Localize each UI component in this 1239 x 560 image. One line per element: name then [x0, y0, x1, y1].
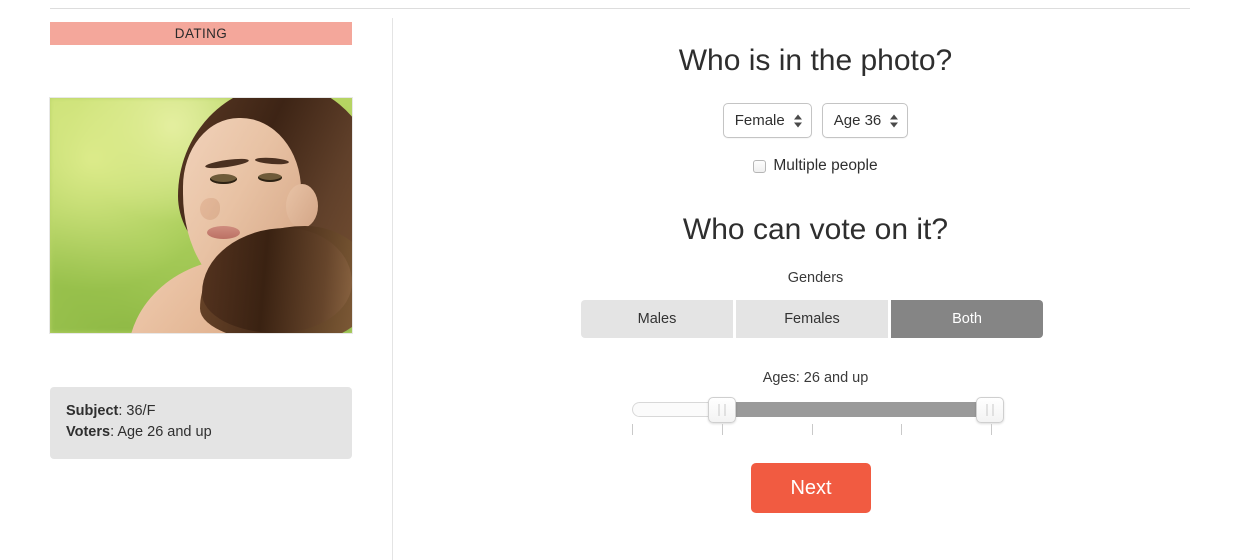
subject-line: Subject: 36/F	[66, 401, 336, 422]
slider-tick	[901, 424, 902, 435]
slider-handle-max[interactable]	[976, 397, 1004, 423]
gender-option-both[interactable]: Both	[891, 300, 1043, 338]
photo-eye-right	[258, 173, 282, 182]
photo-lips	[207, 226, 240, 239]
multiple-people-checkbox[interactable]	[753, 159, 767, 173]
next-button[interactable]: Next	[751, 463, 871, 513]
slider-tick	[722, 424, 723, 435]
subject-photo	[50, 98, 352, 333]
subject-select-row: Female Age 36	[392, 103, 1239, 138]
chevron-up-icon	[793, 114, 802, 119]
age-select-value: Age 36	[833, 112, 882, 129]
gender-select[interactable]: Female	[722, 103, 812, 138]
voters-label: Voters	[66, 424, 111, 440]
gender-option-females[interactable]: Females	[736, 300, 888, 338]
grip-icon	[986, 404, 994, 416]
multiple-people-label: Multiple people	[773, 157, 878, 174]
grip-icon	[718, 404, 726, 416]
voters-line: Voters: Age 26 and up	[66, 422, 336, 443]
gender-select-value: Female	[734, 112, 785, 129]
photo-question-heading: Who is in the photo?	[678, 44, 953, 77]
chevron-up-icon	[890, 114, 899, 119]
chevron-down-icon	[793, 122, 802, 127]
vote-question-heading: Who can vote on it?	[682, 213, 949, 246]
gender-option-males[interactable]: Males	[581, 300, 733, 338]
subject-value: : 36/F	[118, 403, 156, 419]
stepper-arrows-icon[interactable]	[793, 114, 802, 127]
voters-value: : Age 26 and up	[110, 424, 212, 440]
slider-tick	[632, 424, 633, 435]
genders-label: Genders	[787, 270, 844, 286]
chevron-down-icon	[890, 122, 899, 127]
photo-nose	[200, 198, 220, 220]
photo-ear	[286, 184, 318, 228]
slider-ticks	[632, 424, 992, 436]
photo-eye-left	[210, 174, 237, 184]
slider-tick	[812, 424, 813, 435]
category-banner: DATING	[50, 22, 352, 45]
subject-info-box: Subject: 36/F Voters: Age 26 and up	[50, 387, 352, 459]
multiple-people-row[interactable]: Multiple people	[392, 157, 1239, 175]
stepper-arrows-icon[interactable]	[890, 114, 899, 127]
subject-panel: DATING Subject: 36/F Voters: Age 26 and …	[50, 22, 352, 459]
slider-tick	[991, 424, 992, 435]
subject-label: Subject	[66, 403, 119, 419]
age-range-slider[interactable]	[632, 397, 1004, 438]
slider-track-filled	[722, 402, 992, 417]
form-panel: Who is in the photo? Female Age 36 Multi…	[392, 0, 1239, 560]
age-select[interactable]: Age 36	[821, 103, 909, 138]
slider-handle-min[interactable]	[708, 397, 736, 423]
gender-toggle-group: Males Females Both	[581, 300, 1043, 338]
ages-label: Ages: 26 and up	[762, 370, 869, 386]
